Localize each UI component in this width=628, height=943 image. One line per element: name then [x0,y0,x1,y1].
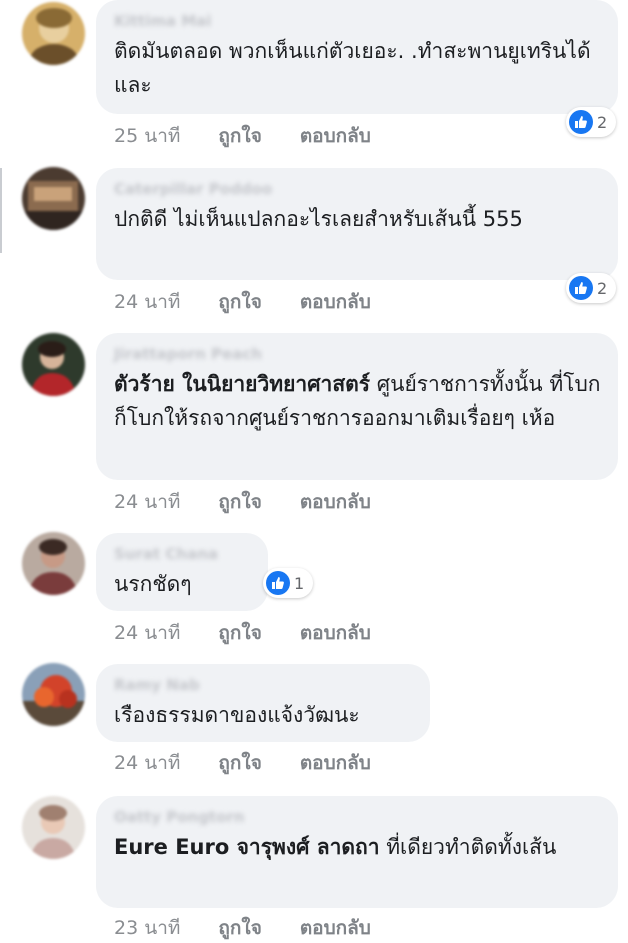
avatar[interactable] [22,663,85,726]
comment-bubble: Surat Chana นรกชัดๆ [96,533,268,611]
comment-text: ติดมันตลอด พวกเห็นแก่ตัวเยอะ. .ทำสะพานยู… [114,39,591,97]
thumbs-up-icon [266,571,290,595]
comment-time[interactable]: 24 นาที [114,618,180,648]
comment-text: ปกติดี ไม่เห็นแปลกอะไรเลยสำหรับเส้นนี้ 5… [114,207,523,231]
avatar[interactable] [22,333,85,396]
like-link[interactable]: ถูกใจ [218,618,261,648]
comment-bubble: Oatty Pongtorn Eure Euro จารุพงศ์ ลาดถา … [96,796,618,908]
comment-author[interactable]: Oatty Pongtorn [114,806,602,828]
comment-meta: 24 นาที ถูกใจ ตอบกลับ [114,618,409,648]
like-link[interactable]: ถูกใจ [218,287,261,317]
comment-text: ตัวร้าย ในนิยายวิทยาศาสตร์ ศูนย์ราชการทั… [114,372,601,430]
comment-text: นรกชัดๆ [114,572,192,596]
comment-text: Eure Euro จารุพงศ์ ลาดถา ที่เดียวทำติดทั… [114,835,557,859]
reply-link[interactable]: ตอบกลับ [300,748,371,778]
reply-link[interactable]: ตอบกลับ [300,287,371,317]
left-border-line [0,168,2,253]
comment-author[interactable]: Jirattaporn Peach [114,343,602,365]
comment-time[interactable]: 24 นาที [114,287,180,317]
comment-author[interactable]: Ramy Nab [114,674,414,696]
comment-meta: 24 นาที ถูกใจ ตอบกลับ [114,748,409,778]
reply-link[interactable]: ตอบกลับ [300,487,371,517]
like-link[interactable]: ถูกใจ [218,748,261,778]
reaction-count: 2 [597,112,608,132]
reaction-badge[interactable]: 1 [263,568,314,598]
avatar[interactable] [22,532,85,595]
avatar[interactable] [22,796,85,859]
comment-bubble: Ramy Nab เรืองธรรมดาของแจ้งวัฒนะ [96,664,430,742]
comment-meta: 24 นาที ถูกใจ ตอบกลับ [114,287,409,317]
comment-time[interactable]: 24 นาที [114,748,180,778]
comment-meta: 25 นาที ถูกใจ ตอบกลับ [114,121,409,151]
comment-text: เรืองธรรมดาของแจ้งวัฒนะ [114,703,360,727]
comment-author[interactable]: Caterpillar Poddoo [114,178,602,200]
reaction-count: 2 [597,278,608,298]
comment-author[interactable]: Kittima Mai [114,10,602,32]
comment-bubble: Jirattaporn Peach ตัวร้าย ในนิยายวิทยาศา… [96,333,618,480]
comment-time[interactable]: 25 นาที [114,121,180,151]
like-link[interactable]: ถูกใจ [218,487,261,517]
comment-bubble: Kittima Mai ติดมันตลอด พวกเห็นแก่ตัวเยอะ… [96,0,618,114]
like-link[interactable]: ถูกใจ [218,121,261,151]
thumbs-up-icon [569,110,593,134]
reaction-badge[interactable]: 2 [566,273,617,303]
avatar[interactable] [22,167,85,230]
comment-time[interactable]: 24 นาที [114,487,180,517]
thumbs-up-icon [569,276,593,300]
reaction-count: 1 [294,573,305,593]
reply-link[interactable]: ตอบกลับ [300,121,371,151]
comment-bubble: Caterpillar Poddoo ปกติดี ไม่เห็นแปลกอะไ… [96,168,618,280]
reply-link[interactable]: ตอบกลับ [300,618,371,648]
comment-meta: 24 นาที ถูกใจ ตอบกลับ [114,487,409,517]
avatar[interactable] [22,2,85,65]
comment-author[interactable]: Surat Chana [114,543,252,565]
reaction-badge[interactable]: 2 [566,107,617,137]
